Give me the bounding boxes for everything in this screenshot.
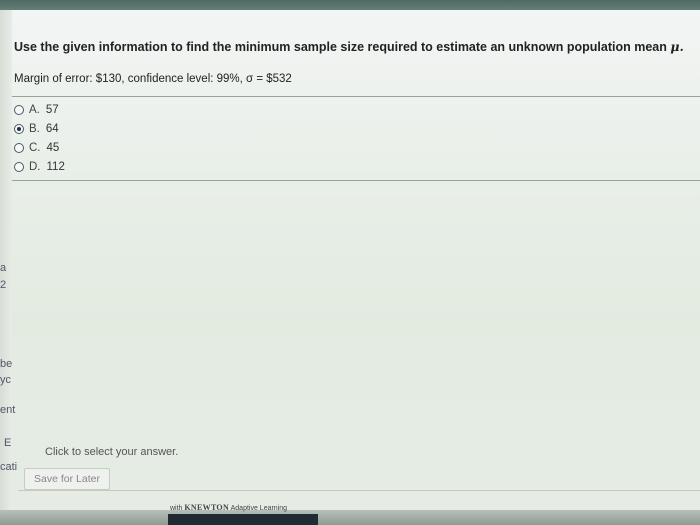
option-d[interactable]: D. 112 [14,157,65,176]
mu-symbol: μ. [670,39,684,54]
option-letter: A. [29,103,40,116]
radio-button-c[interactable] [14,142,24,153]
option-value: 57 [45,103,59,116]
radio-button-d[interactable] [14,161,24,172]
edge-fragment: 2 [0,279,7,291]
footer-divider [18,490,700,491]
divider-top [12,96,700,97]
question-panel: Use the given information to find the mi… [8,30,700,500]
divider-bottom [12,180,700,181]
option-letter: C. [29,141,41,154]
question-prompt: Use the given information to find the mi… [14,40,667,54]
option-value: 45 [46,141,60,154]
save-for-later-button[interactable]: Save for Later [24,468,110,490]
brand-name: KNEWTON [184,503,230,512]
option-value: 112 [46,160,65,173]
knewton-logo: with KNEWTON Adaptive Learning [170,503,287,512]
footer-bar [168,514,318,525]
monitor-bottom-edge [0,510,700,525]
brand-prefix: with [170,505,183,512]
answer-options: A. 57 B. 64 C. 45 D. 112 [14,100,65,176]
option-letter: D. [29,160,41,173]
option-value: 64 [45,122,59,135]
given-information: Margin of error: $130, confidence level:… [14,73,292,85]
brand-suffix: Adaptive Learning [230,505,288,512]
radio-button-b-selected[interactable] [14,123,24,134]
edge-fragment: a [0,262,7,274]
select-answer-hint: Click to select your answer. [45,446,179,458]
option-b[interactable]: B. 64 [14,119,65,138]
question-text: Use the given information to find the mi… [14,39,684,54]
option-a[interactable]: A. 57 [14,100,65,119]
radio-button-a[interactable] [14,104,24,115]
option-letter: B. [29,122,40,135]
option-c[interactable]: C. 45 [14,138,65,157]
